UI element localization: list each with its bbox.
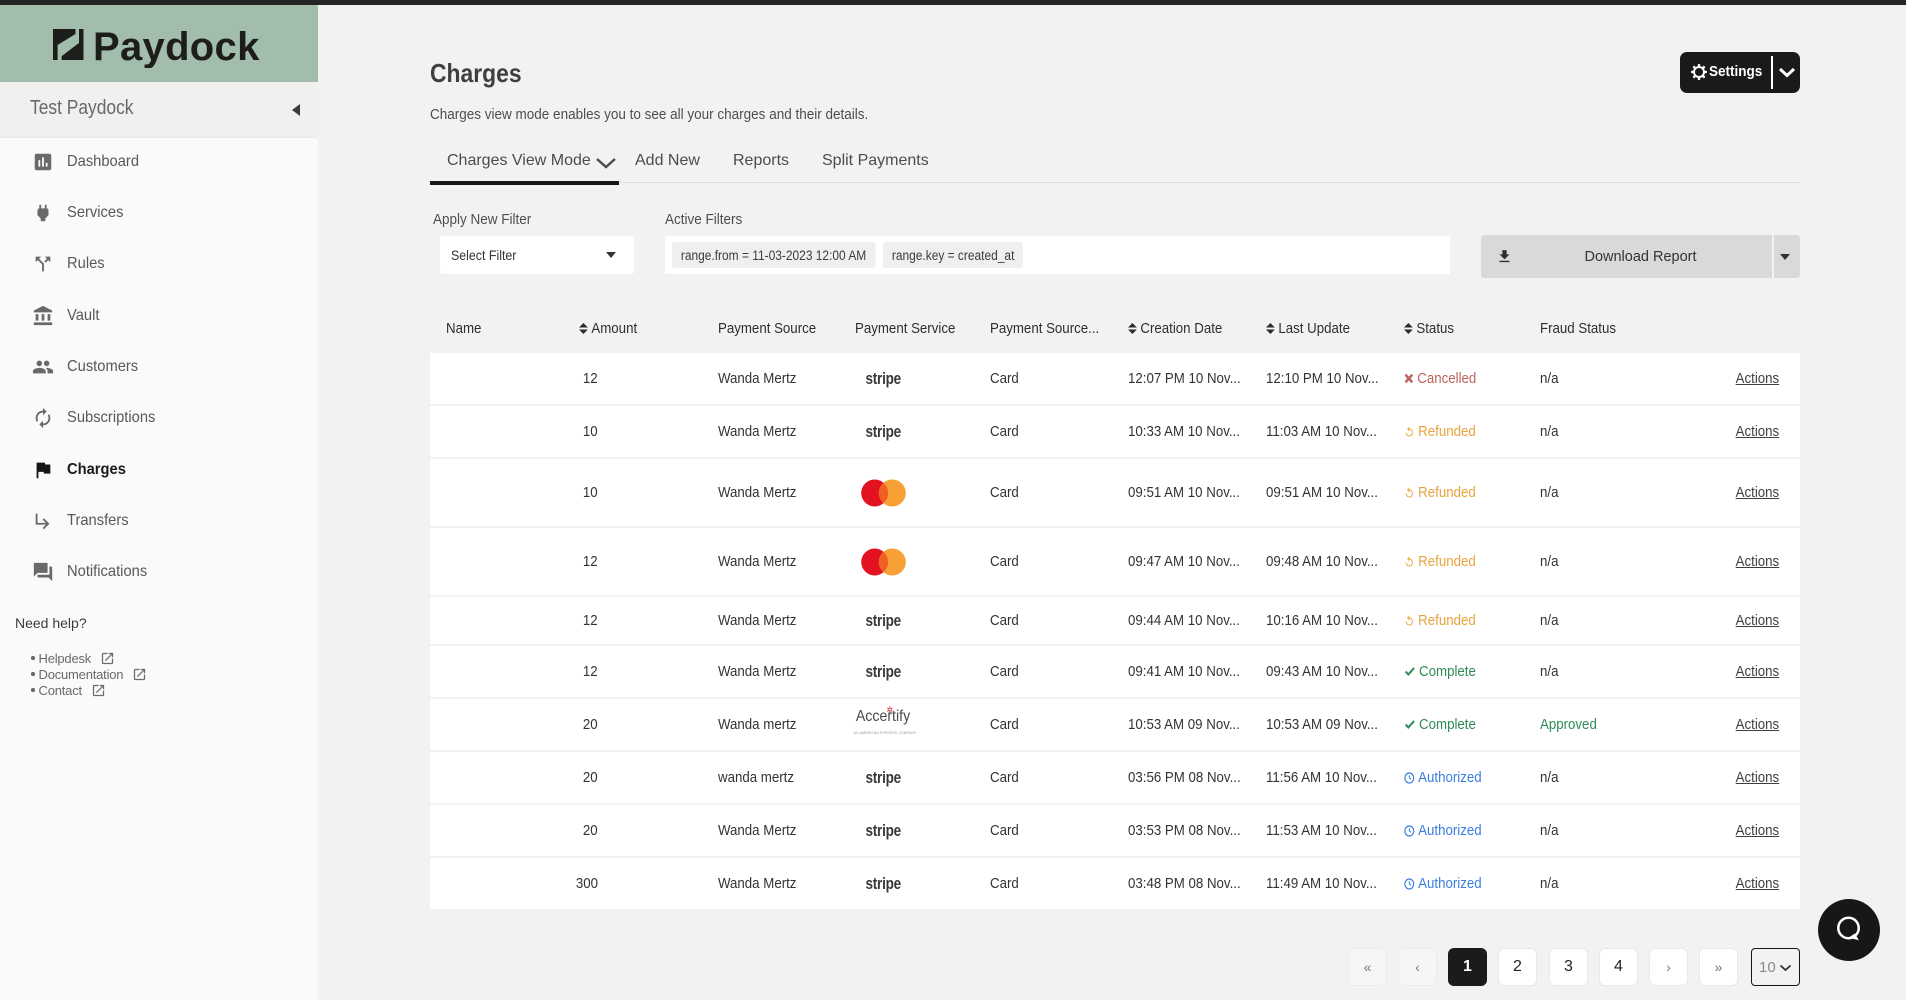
svg-text:Paydock: Paydock: [93, 29, 260, 68]
